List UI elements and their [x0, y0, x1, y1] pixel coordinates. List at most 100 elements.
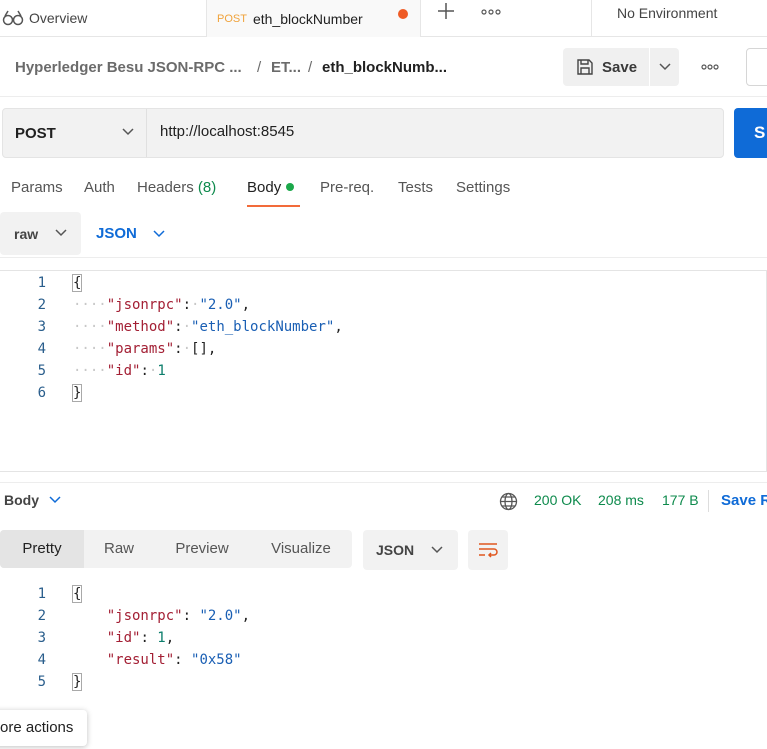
wrap-lines-button[interactable]	[468, 530, 508, 570]
tab-prerequest[interactable]: Pre-req.	[320, 179, 374, 196]
code-line: ····"jsonrpc":·"2.0",	[73, 297, 251, 313]
headers-count-badge: (8)	[197, 179, 217, 196]
view-preview[interactable]: Preview	[154, 530, 250, 568]
chevron-down-icon	[55, 229, 67, 237]
json-value: 1	[157, 363, 166, 379]
tab-title: eth_blockNumber	[252, 10, 363, 27]
json-value: "2.0"	[199, 608, 242, 624]
send-button[interactable]: S	[734, 108, 767, 158]
overview-icon	[2, 10, 24, 26]
active-tab-indicator	[247, 205, 300, 207]
response-time[interactable]: 208 ms	[598, 492, 644, 508]
line-number: 4	[37, 341, 46, 357]
json-key: "id"	[106, 630, 141, 646]
divider	[708, 490, 709, 512]
environment-selector[interactable]: No Environment	[591, 0, 767, 37]
tab-headers[interactable]: Headers (8)	[137, 179, 216, 196]
tab-settings[interactable]: Settings	[456, 179, 510, 196]
tab-body[interactable]: Body	[247, 179, 295, 196]
more-horizontal-icon	[701, 64, 719, 70]
tab-auth[interactable]: Auth	[84, 179, 115, 196]
save-response-button[interactable]: Save R	[721, 492, 767, 509]
environment-label: No Environment	[617, 4, 718, 21]
json-key: "params"	[106, 341, 175, 357]
json-value: []	[191, 341, 208, 357]
response-section-select[interactable]: Body	[4, 492, 61, 508]
line-number: 5	[37, 674, 46, 690]
json-key: "id"	[106, 363, 141, 379]
code-line: ····"params":·[],	[73, 341, 217, 357]
response-size[interactable]: 177 B	[662, 492, 699, 508]
tab-body-label: Body	[247, 179, 282, 196]
line-number: 6	[37, 385, 46, 401]
close-brace: }	[71, 673, 83, 691]
response-section-label: Body	[4, 492, 39, 508]
breadcrumb-folder[interactable]: ET...	[271, 59, 301, 76]
code-line: "jsonrpc": "2.0",	[106, 608, 251, 624]
tab-overview[interactable]: Overview	[0, 0, 87, 36]
request-tabs: Params Auth Headers (8) Body Pre-req. Te…	[0, 176, 767, 210]
save-label: Save	[602, 58, 638, 76]
more-actions-tooltip: ore actions	[0, 710, 87, 746]
new-tab-button[interactable]	[436, 2, 456, 22]
request-body-editor[interactable]: 1 2 3 4 5 6 { ····"jsonrpc":·"2.0", ····…	[0, 270, 767, 472]
json-key: "method"	[106, 319, 175, 335]
chevron-down-icon	[153, 229, 165, 237]
line-number: 3	[37, 319, 46, 335]
code-line: ····"method":·"eth_blockNumber",	[73, 319, 343, 335]
json-key: "result"	[106, 652, 175, 668]
body-mode-label: raw	[14, 225, 39, 242]
more-actions-button[interactable]	[700, 57, 720, 77]
tab-overflow-button[interactable]	[480, 2, 502, 22]
request-header: Hyperledger Besu JSON-RPC ... / ET... / …	[0, 37, 767, 97]
body-language-select[interactable]: JSON	[96, 212, 165, 255]
more-horizontal-icon	[481, 9, 501, 15]
body-mode-select[interactable]: raw	[0, 212, 81, 255]
response-body-viewer[interactable]: 1 2 3 4 5 { "jsonrpc": "2.0", "id": 1, "…	[0, 582, 767, 700]
status-badge[interactable]: 200 OK	[534, 492, 581, 508]
side-panel-toggle[interactable]	[746, 48, 767, 86]
line-number: 1	[37, 586, 46, 602]
url-input[interactable]: http://localhost:8545	[160, 123, 294, 140]
chevron-down-icon	[431, 546, 443, 554]
json-value: 1	[157, 630, 166, 646]
breadcrumb-separator: /	[308, 59, 313, 76]
view-pretty[interactable]: Pretty	[0, 530, 84, 568]
unsaved-indicator-icon[interactable]	[398, 9, 408, 19]
save-icon	[577, 59, 593, 75]
json-value: "0x58"	[191, 652, 242, 668]
code-line: {	[71, 272, 83, 294]
method-label: POST	[15, 124, 56, 142]
save-button[interactable]: Save	[563, 48, 649, 86]
tab-eth-blocknumber[interactable]: POST eth_blockNumber	[206, 0, 421, 37]
response-header: Body 200 OK 208 ms 177 B Save R	[0, 482, 767, 518]
code-line: {	[71, 583, 83, 605]
response-format-select[interactable]: JSON	[363, 530, 458, 570]
line-number: 3	[37, 630, 46, 646]
body-language-label: JSON	[96, 225, 137, 242]
code-line: "result": "0x58"	[106, 652, 242, 668]
chevron-down-icon	[122, 128, 134, 136]
breadcrumb-request[interactable]: eth_blockNumb...	[322, 59, 447, 76]
breadcrumb-separator: /	[257, 59, 262, 76]
save-options-dropdown[interactable]	[650, 48, 679, 86]
tab-params[interactable]: Params	[11, 179, 63, 196]
tab-bar: Overview POST eth_blockNumber No Environ…	[0, 0, 767, 37]
line-number: 1	[37, 275, 46, 291]
response-format-label: JSON	[376, 542, 415, 558]
code-line: "id": 1,	[106, 630, 175, 646]
view-raw[interactable]: Raw	[84, 530, 154, 568]
line-number: 5	[37, 363, 46, 379]
method-select[interactable]: POST	[3, 109, 147, 157]
globe-icon[interactable]	[499, 492, 518, 511]
line-number: 2	[37, 297, 46, 313]
breadcrumb-collection[interactable]: Hyperledger Besu JSON-RPC ...	[15, 59, 242, 76]
open-brace: {	[71, 585, 83, 603]
view-visualize[interactable]: Visualize	[250, 530, 352, 568]
code-line: }	[71, 671, 83, 693]
chevron-down-icon	[658, 63, 671, 71]
code-line: }	[71, 382, 83, 404]
code-line: ····"id":·1	[73, 363, 166, 379]
tab-tests[interactable]: Tests	[398, 179, 433, 196]
json-key: "jsonrpc"	[106, 297, 183, 313]
